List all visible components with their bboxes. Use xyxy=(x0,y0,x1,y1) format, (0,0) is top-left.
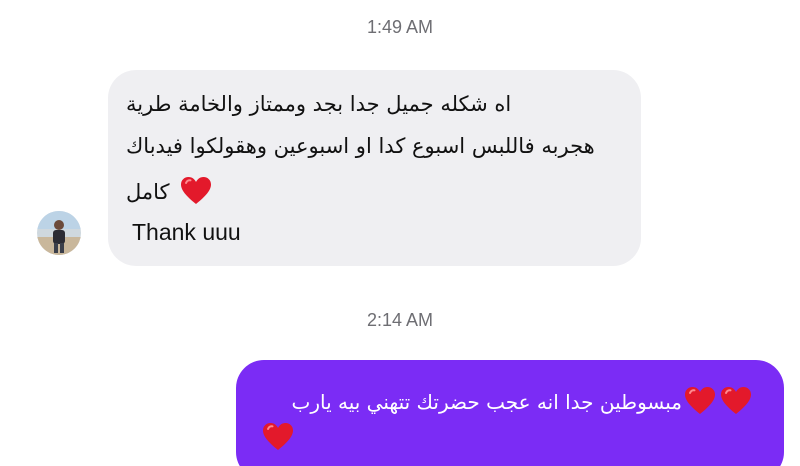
message-timestamp: 2:14 AM xyxy=(366,310,434,330)
outgoing-message-bubble[interactable]: مبسوطين جدا انه عجب حضرتك تتهني بيه يارب xyxy=(236,360,784,466)
message-text: كامل xyxy=(126,180,170,204)
hearts-group xyxy=(682,386,752,418)
message-text-line: اه شكله جميل جدا بجد وممتاز والخامة طرية xyxy=(126,92,512,116)
red-heart-icon xyxy=(682,386,716,418)
red-heart-icon xyxy=(718,386,752,418)
message-text: مبسوطين جدا انه عجب حضرتك تتهني بيه يارب xyxy=(291,390,682,414)
message-text-line: Thank uuu xyxy=(132,219,241,245)
message-text-line: كامل xyxy=(126,176,212,208)
chat-thread: 1:49 AM اه شكله جميل جدا بجد وممتاز والخ… xyxy=(0,0,800,466)
message-text-line: مبسوطين جدا انه عجب حضرتك تتهني بيه يارب xyxy=(291,386,762,418)
incoming-message-bubble[interactable]: اه شكله جميل جدا بجد وممتاز والخامة طرية… xyxy=(108,70,641,266)
message-text-line: هجربه فاللبس اسبوع كدا او اسبوعين وهقولك… xyxy=(126,134,595,158)
avatar[interactable] xyxy=(37,211,81,255)
red-heart-icon xyxy=(262,422,296,454)
message-timestamp: 1:49 AM xyxy=(366,17,434,37)
red-heart-icon xyxy=(178,176,212,208)
